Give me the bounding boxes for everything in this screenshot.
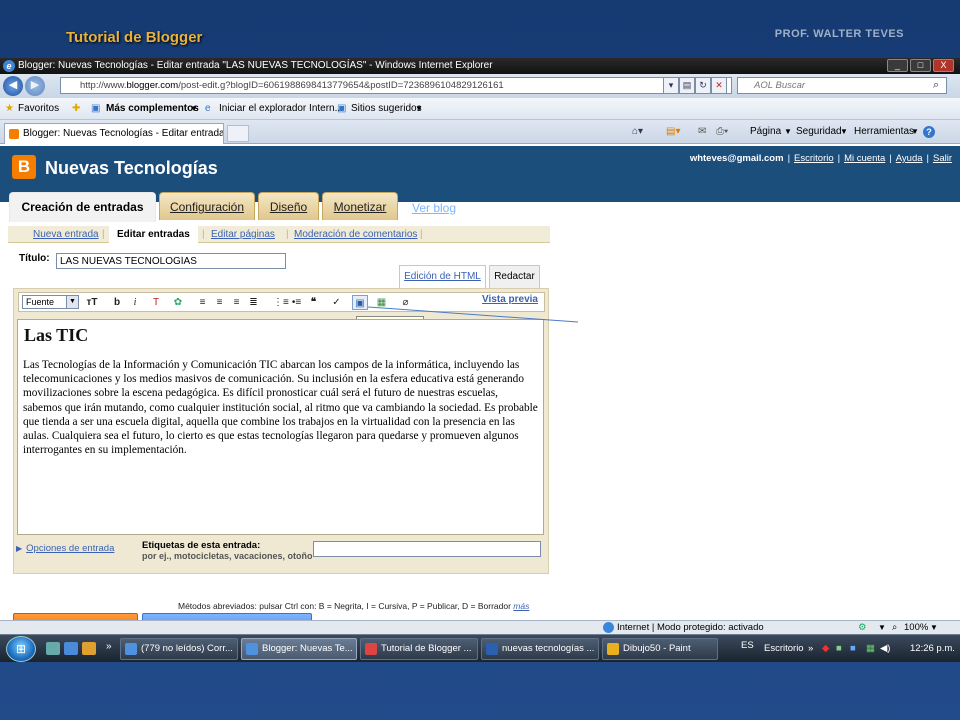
slide: Tutorial de Blogger PROF. WALTER TEVES e… bbox=[0, 0, 960, 720]
taskbar-item[interactable]: nuevas tecnologías ... bbox=[481, 638, 599, 660]
desktop-toolbar[interactable]: Escritorio bbox=[764, 635, 804, 663]
taskbar-item[interactable]: (779 no leídos) Corr... bbox=[120, 638, 238, 660]
tray-app-icon[interactable]: ■ bbox=[850, 635, 856, 663]
ie-quicklaunch-icon[interactable] bbox=[64, 642, 78, 655]
clock[interactable]: 12:26 p.m. bbox=[910, 635, 955, 663]
chevron-right-icon[interactable]: » bbox=[106, 641, 112, 652]
word-icon bbox=[486, 643, 498, 655]
volume-icon[interactable]: ◀) bbox=[880, 635, 890, 663]
mail-icon bbox=[125, 643, 137, 655]
taskbar-item-active[interactable]: Blogger: Nuevas Te... bbox=[241, 638, 357, 660]
start-button[interactable]: ⊞ bbox=[6, 636, 36, 662]
powerpoint-icon bbox=[365, 643, 377, 655]
task-label: nuevas tecnologías ... bbox=[502, 643, 595, 654]
instruction-callout: La imagen se ha suprimido, repetimos los… bbox=[587, 301, 881, 405]
task-label: Blogger: Nuevas Te... bbox=[262, 643, 353, 654]
task-label: (779 no leídos) Corr... bbox=[141, 643, 233, 654]
paint-icon bbox=[607, 643, 619, 655]
ie-icon bbox=[246, 643, 258, 655]
language-indicator[interactable]: ES bbox=[741, 632, 754, 660]
tray-app-icon[interactable]: ◆ bbox=[822, 635, 829, 663]
media-quicklaunch-icon[interactable] bbox=[82, 642, 96, 655]
chevron-right-icon[interactable]: » bbox=[808, 635, 813, 663]
tray-app-icon[interactable]: ■ bbox=[836, 635, 842, 663]
windows-taskbar: ⊞ » (779 no leídos) Corr... Blogger: Nue… bbox=[0, 634, 960, 662]
show-desktop-icon[interactable] bbox=[46, 642, 60, 655]
task-label: Dibujo50 - Paint bbox=[623, 643, 691, 654]
network-icon[interactable]: ▦ bbox=[866, 635, 875, 663]
task-label: Tutorial de Blogger ... bbox=[381, 643, 472, 654]
taskbar-item[interactable]: Tutorial de Blogger ... bbox=[360, 638, 478, 660]
taskbar-item[interactable]: Dibujo50 - Paint bbox=[602, 638, 718, 660]
